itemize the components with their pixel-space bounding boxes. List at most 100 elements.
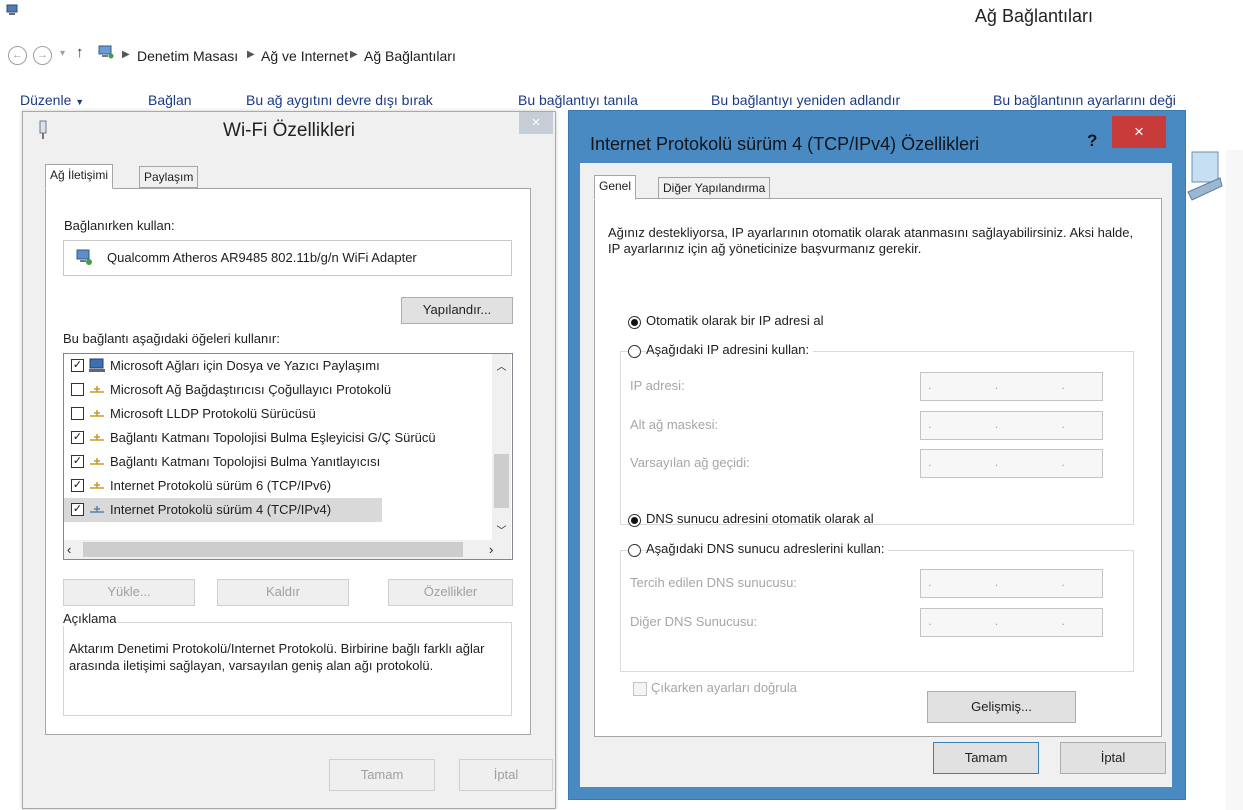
ok-button[interactable]: Tamam [933,742,1039,774]
preferred-dns-label: Tercih edilen DNS sunucusu: [630,575,797,590]
ok-button[interactable]: Tamam [329,759,435,791]
item-checkbox[interactable]: ✓ [71,479,84,492]
wifi-properties-dialog: Wi-Fi Özellikleri × Ağ İletişimi Paylaşı… [22,111,556,809]
connection-settings-command[interactable]: Bu bağlantının ayarlarını deği [993,92,1176,108]
dns-auto-label[interactable]: DNS sunucu adresini otomatik olarak al [646,511,874,526]
tab-general[interactable]: Genel [594,175,637,200]
network-adapter-icon [76,249,92,265]
ip-manual-radio[interactable] [628,345,641,358]
ip-auto-label[interactable]: Otomatik olarak bir IP adresi al [646,313,824,328]
scroll-right-icon[interactable]: › [489,542,493,557]
scroll-down-icon[interactable]: ﹀ [492,522,511,537]
breadcrumb-control-panel[interactable]: Denetim Masası [137,48,238,64]
item-label: Internet Protokolü sürüm 6 (TCP/IPv6) [110,478,332,493]
item-checkbox[interactable] [71,383,84,396]
alternate-dns-placeholder: . . . [928,614,1095,628]
protocol-icon [90,386,104,393]
breadcrumb-network-internet[interactable]: Ağ ve Internet [261,48,348,64]
control-panel-icon [98,45,114,59]
configure-button[interactable]: Yapılandır... [401,297,513,324]
item-label: Bağlantı Katmanı Topolojisi Bulma Eşleyi… [110,430,436,445]
horizontal-scrollbar[interactable]: ‹ › [64,540,511,559]
dns-manual-radio[interactable] [628,544,641,557]
vertical-scrollbar[interactable]: ︿ ﹀ [492,354,511,540]
ipv4-dialog-title: Internet Protokolü sürüm 4 (TCP/IPv4) Öz… [590,134,980,154]
protocol-icon [90,458,104,465]
recent-locations-chevron-icon[interactable]: ▾ [60,48,65,59]
cancel-button[interactable]: İptal [459,759,553,791]
alternate-dns-input[interactable]: . . . [920,608,1103,637]
connection-items-list[interactable]: ✓ Microsoft Ağları için Dosya ve Yazıcı … [63,353,513,560]
list-item[interactable]: ✓ Internet Protokolü sürüm 4 (TCP/IPv4) [64,498,382,522]
up-arrow-icon[interactable]: ↑ [76,44,84,61]
file-list-edge [1226,150,1243,810]
subnet-mask-label: Alt ağ maskesi: [630,417,719,432]
close-icon[interactable]: × [519,112,553,134]
ip-manual-label[interactable]: Aşağıdaki IP adresini kullan: [646,342,814,357]
list-item[interactable]: Microsoft Ağ Bağdaştırıcısı Çoğullayıcı … [64,378,492,402]
breadcrumb-network-connections[interactable]: Ağ Bağlantıları [364,48,456,64]
subnet-mask-placeholder: . . . [928,417,1095,431]
gateway-input[interactable]: . . . [920,449,1103,478]
item-label: Microsoft Ağ Bağdaştırıcısı Çoğullayıcı … [110,382,392,397]
gateway-placeholder: . . . [928,455,1095,469]
chevron-down-icon: ▼ [75,97,85,107]
item-checkbox[interactable]: ✓ [71,503,84,516]
item-label: Microsoft Ağları için Dosya ve Yazıcı Pa… [110,358,380,373]
intro-text: Ağınız destekliyorsa, IP ayarlarının oto… [608,225,1134,256]
item-label: Bağlantı Katmanı Topolojisi Bulma Yanıtl… [110,454,381,469]
scroll-up-icon[interactable]: ︿ [492,358,511,373]
ip-auto-radio[interactable] [628,316,641,329]
item-checkbox[interactable]: ✓ [71,431,84,444]
diagnose-connection-command[interactable]: Bu bağlantıyı tanıla [518,92,638,108]
preferred-dns-input[interactable]: . . . [920,569,1103,598]
preferred-dns-placeholder: . . . [928,575,1095,589]
close-icon[interactable]: × [1112,116,1166,148]
window-title: Ağ Bağlantıları [974,6,1093,26]
breadcrumb-separator-icon: ▶ [122,49,130,60]
forward-arrow-icon[interactable]: → [33,46,52,65]
scrollbar-thumb[interactable] [494,454,509,508]
validate-on-exit-checkbox[interactable] [633,682,647,696]
rename-connection-command[interactable]: Bu bağlantıyı yeniden adlandır [711,92,900,108]
wifi-dialog-titlebar[interactable]: Wi-Fi Özellikleri × [23,112,555,150]
dns-manual-label[interactable]: Aşağıdaki DNS sunucu adreslerini kullan: [646,541,889,556]
breadcrumb-separator-icon: ▶ [350,49,358,60]
validate-on-exit-label[interactable]: Çıkarken ayarları doğrula [651,680,797,695]
scrollbar-thumb[interactable] [83,542,463,557]
subnet-mask-input[interactable]: . . . [920,411,1103,440]
alternate-dns-label: Diğer DNS Sunucusu: [630,614,758,629]
protocol-icon [90,434,104,441]
connect-command[interactable]: Bağlan [148,92,192,108]
item-checkbox[interactable] [71,407,84,420]
description-title: Açıklama [61,611,119,626]
network-adapter-icon[interactable] [1184,150,1224,204]
address-bar: ← → ▾ ↑ ▶ Denetim Masası ▶ Ağ ve Interne… [0,40,1243,70]
ip-address-input[interactable]: . . . [920,372,1103,401]
item-label: Microsoft LLDP Protokolü Sürücüsü [110,406,316,421]
list-item[interactable]: ✓ Microsoft Ağları için Dosya ve Yazıcı … [64,354,492,378]
scroll-left-icon[interactable]: ‹ [67,542,71,557]
install-button[interactable]: Yükle... [63,579,195,606]
item-label: Internet Protokolü sürüm 4 (TCP/IPv4) [110,502,332,517]
properties-button[interactable]: Özellikler [388,579,513,606]
tab-alternate-configuration[interactable]: Diğer Yapılandırma [658,177,771,199]
ipv4-dialog-body: Genel Diğer Yapılandırma Ağınız destekli… [580,163,1172,787]
item-checkbox[interactable]: ✓ [71,359,84,372]
protocol-icon [90,506,104,513]
list-item[interactable]: Microsoft LLDP Protokolü Sürücüsü [64,402,492,426]
tab-networking[interactable]: Ağ İletişimi [45,164,114,189]
disable-device-command[interactable]: Bu ağ aygıtını devre dışı bırak [246,92,433,108]
arrange-menu[interactable]: Düzenle ▼ [20,92,84,108]
back-arrow-icon[interactable]: ← [8,46,27,65]
list-item[interactable]: ✓ Bağlantı Katmanı Topolojisi Bulma Eşle… [64,426,492,450]
dns-auto-radio[interactable] [628,514,641,527]
uninstall-button[interactable]: Kaldır [217,579,349,606]
list-item[interactable]: ✓ Bağlantı Katmanı Topolojisi Bulma Yanı… [64,450,492,474]
item-checkbox[interactable]: ✓ [71,455,84,468]
advanced-button[interactable]: Gelişmiş... [927,691,1076,723]
help-icon[interactable]: ? [1087,131,1097,151]
cancel-button[interactable]: İptal [1060,742,1166,774]
list-item[interactable]: ✓ Internet Protokolü sürüm 6 (TCP/IPv6) [64,474,492,498]
tab-sharing[interactable]: Paylaşım [139,166,199,188]
